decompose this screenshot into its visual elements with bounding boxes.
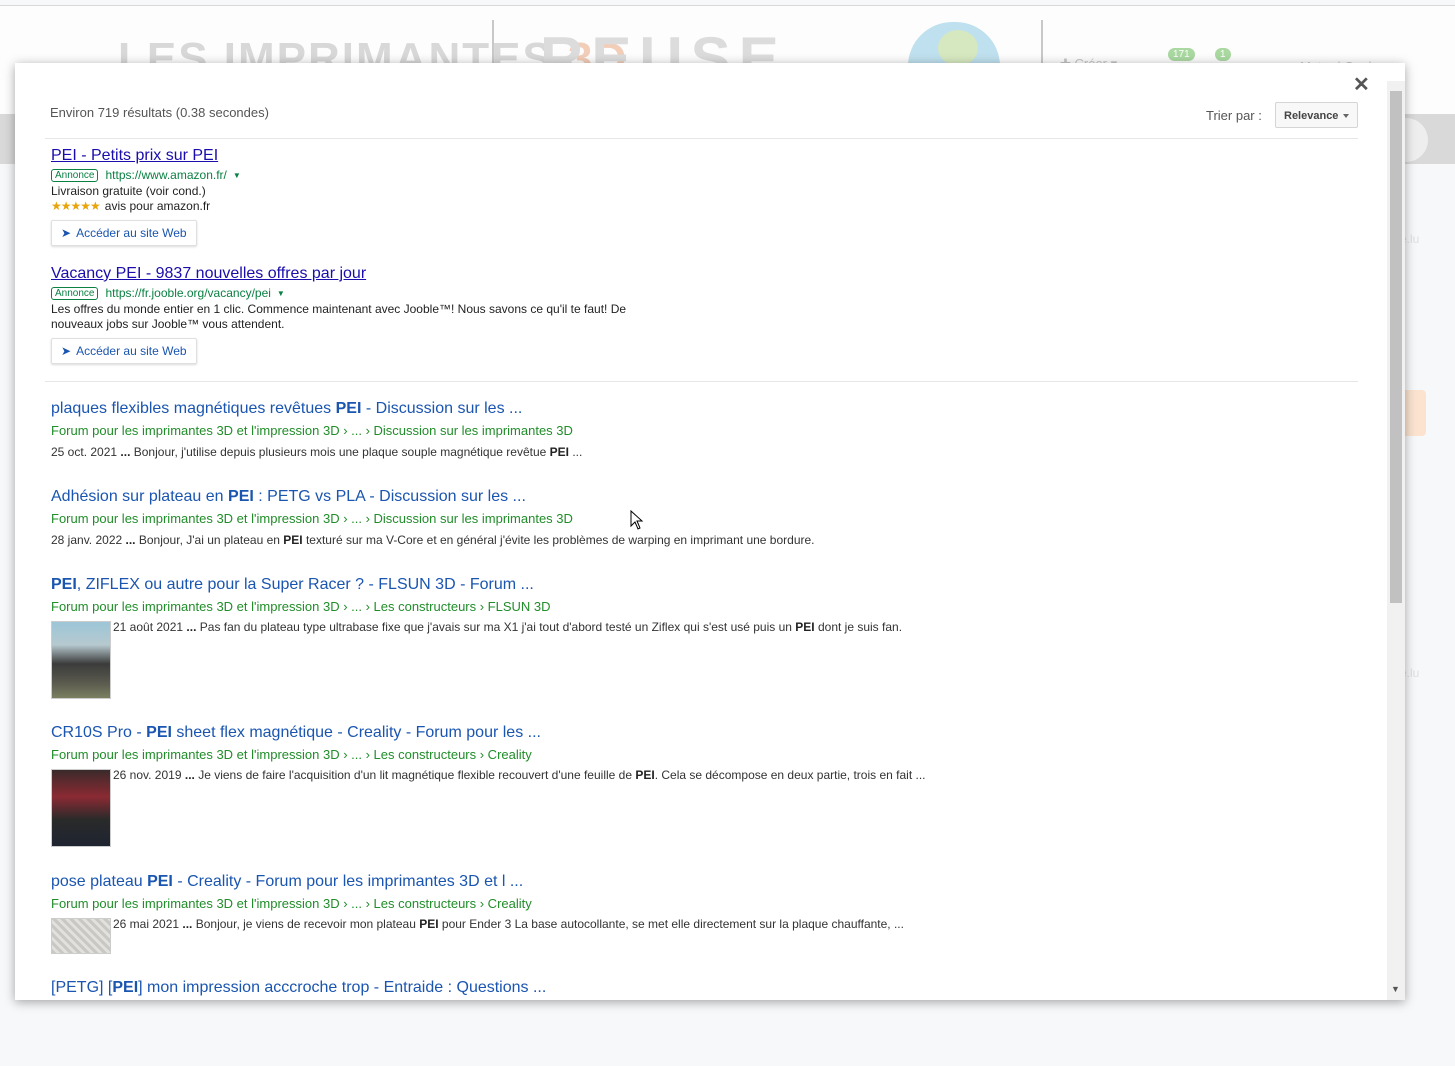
ad-badge: Annonce — [51, 168, 99, 182]
result-title-link[interactable]: pose plateau PEI - Creality - Forum pour… — [51, 873, 1351, 891]
search-result: pose plateau PEI - Creality - Forum pour… — [51, 873, 1351, 954]
result-breadcrumb: Forum pour les imprimantes 3D et l'impre… — [51, 599, 551, 614]
close-icon[interactable]: ✕ — [1353, 75, 1370, 95]
messages-badge: 1 — [1215, 48, 1231, 61]
notifications-badge: 171 — [1168, 48, 1195, 61]
result-breadcrumb: Forum pour les imprimantes 3D et l'impre… — [51, 423, 573, 438]
result-title-link[interactable]: plaques flexibles magnétiques revêtues P… — [51, 400, 1351, 418]
ad-result: PEI - Petits prix sur PEI Annonce https:… — [51, 147, 641, 246]
result-snippet: 28 janv. 2022 ... Bonjour, J'ai un plate… — [51, 533, 815, 547]
sort-label: Trier par : — [1206, 108, 1262, 123]
search-result: CR10S Pro - PEI sheet flex magnétique - … — [51, 724, 1351, 847]
ad-description: Les offres du monde entier en 1 clic. Co… — [51, 302, 627, 331]
result-breadcrumb: Forum pour les imprimantes 3D et l'impre… — [51, 747, 532, 762]
search-result: plaques flexibles magnétiques revêtues P… — [51, 400, 1351, 459]
ad-title-link[interactable]: PEI - Petits prix sur PEI — [51, 147, 641, 165]
mouse-cursor-icon — [630, 510, 644, 530]
result-breadcrumb: Forum pour les imprimantes 3D et l'impre… — [51, 511, 573, 526]
result-title-link[interactable]: PEI, ZIFLEX ou autre pour la Super Racer… — [51, 576, 1351, 594]
result-breadcrumb: Forum pour les imprimantes 3D et l'impre… — [51, 896, 532, 911]
result-snippet: 26 mai 2021 ... Bonjour, je viens de rec… — [113, 917, 904, 931]
ad-description: Livraison gratuite (voir cond.) — [51, 184, 206, 198]
search-result: [PETG] [PEI] mon impression acccroche tr… — [51, 979, 1351, 997]
visit-site-label: Accéder au site Web — [76, 344, 187, 358]
ad-rating: ★★★★★ avis pour amazon.fr — [51, 199, 641, 214]
result-thumbnail[interactable] — [51, 918, 111, 954]
result-thumbnail[interactable] — [51, 621, 111, 699]
scroll-down-arrow-icon[interactable]: ▼ — [1391, 984, 1400, 994]
result-title-link[interactable]: Adhésion sur plateau en PEI : PETG vs PL… — [51, 488, 1351, 506]
ad-badge: Annonce — [51, 286, 99, 300]
ad-url[interactable]: https://fr.jooble.org/vacancy/pei — [105, 286, 270, 300]
arrow-right-icon: ➤ — [61, 226, 72, 240]
sort-value: Relevance — [1284, 110, 1339, 122]
sort-dropdown[interactable]: Relevance — [1275, 102, 1358, 128]
result-snippet: 26 nov. 2019 ... Je viens de faire l'acq… — [113, 768, 926, 782]
divider — [45, 381, 1358, 382]
ad-url[interactable]: https://www.amazon.fr/ — [105, 168, 226, 182]
visit-site-button[interactable]: ➤ Accéder au site Web — [51, 220, 197, 246]
ad-title-link[interactable]: Vacancy PEI - 9837 nouvelles offres par … — [51, 265, 641, 283]
search-result: Adhésion sur plateau en PEI : PETG vs PL… — [51, 488, 1351, 547]
result-snippet: 25 oct. 2021 ... Bonjour, j'utilise depu… — [51, 445, 583, 459]
results-summary: Environ 719 résultats (0.38 secondes) — [50, 105, 269, 120]
result-snippet: 21 août 2021 ... Pas fan du plateau type… — [113, 620, 903, 634]
search-results-modal: ✕ ▼ Environ 719 résultats (0.38 secondes… — [15, 63, 1405, 1000]
result-thumbnail[interactable] — [51, 769, 111, 847]
result-title-link[interactable]: [PETG] [PEI] mon impression acccroche tr… — [51, 979, 1351, 997]
search-result: PEI, ZIFLEX ou autre pour la Super Racer… — [51, 576, 1351, 699]
divider — [45, 138, 1358, 139]
arrow-right-icon: ➤ — [61, 344, 72, 358]
ad-result: Vacancy PEI - 9837 nouvelles offres par … — [51, 265, 641, 364]
visit-site-label: Accéder au site Web — [76, 226, 187, 240]
scrollbar-thumb[interactable] — [1390, 91, 1402, 603]
caret-down-icon[interactable]: ▼ — [277, 289, 285, 298]
caret-down-icon[interactable]: ▼ — [233, 171, 241, 180]
chevron-down-icon — [1343, 114, 1349, 118]
visit-site-button[interactable]: ➤ Accéder au site Web — [51, 338, 197, 364]
result-title-link[interactable]: CR10S Pro - PEI sheet flex magnétique - … — [51, 724, 1351, 742]
rating-stars-icon: ★★★★★ — [51, 199, 101, 213]
rating-text: avis pour amazon.fr — [104, 199, 211, 213]
